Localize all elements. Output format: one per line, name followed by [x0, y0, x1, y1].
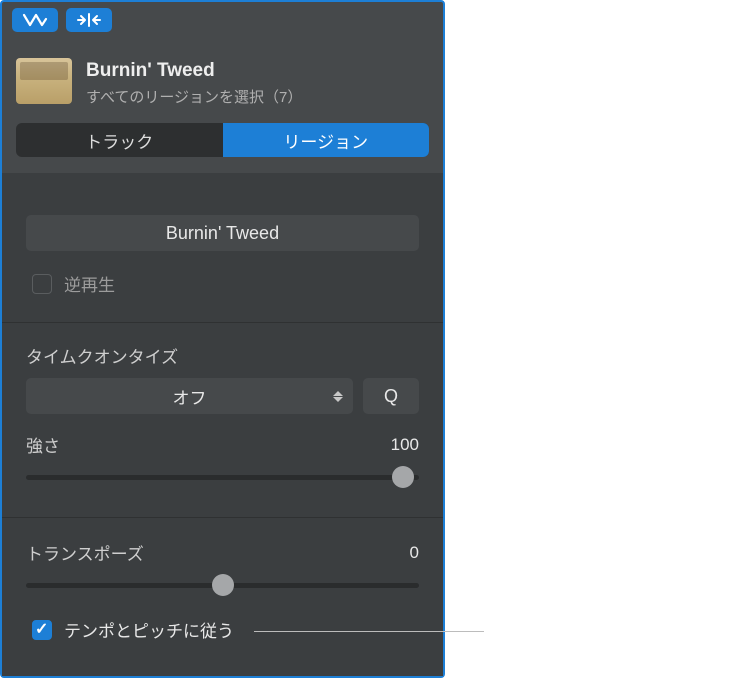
transpose-value: 0: [410, 543, 419, 563]
transpose-slider[interactable]: [26, 573, 419, 597]
link-mode-button[interactable]: [12, 8, 58, 32]
transpose-slider-thumb[interactable]: [212, 574, 234, 596]
strength-slider[interactable]: [26, 465, 419, 489]
strength-slider-thumb[interactable]: [392, 466, 414, 488]
tab-track[interactable]: トラック: [16, 123, 223, 157]
track-title: Burnin' Tweed: [86, 60, 302, 82]
link-icon: [22, 13, 48, 27]
region-content: Burnin' Tweed 逆再生 タイムクオンタイズ オフ Q 強さ: [2, 173, 443, 676]
follow-label: テンポとピッチに従う: [64, 617, 234, 642]
quantize-button[interactable]: Q: [363, 378, 419, 414]
strength-value: 100: [391, 435, 419, 455]
quantize-value: オフ: [173, 384, 207, 409]
inspector-panel: Burnin' Tweed すべてのリージョンを選択（7） トラック リージョン…: [0, 0, 445, 678]
follow-row: テンポとピッチに従う: [26, 611, 419, 648]
region-name-field[interactable]: Burnin' Tweed: [26, 215, 419, 251]
reverse-label: 逆再生: [64, 271, 115, 296]
selection-subtitle: すべてのリージョンを選択（7）: [86, 86, 302, 107]
transpose-label: トランスポーズ: [26, 540, 144, 565]
quantize-title: タイムクオンタイズ: [26, 343, 419, 368]
section-quantize: タイムクオンタイズ オフ Q 強さ 100: [2, 323, 443, 518]
track-header: Burnin' Tweed すべてのリージョンを選択（7）: [2, 36, 443, 117]
tab-region[interactable]: リージョン: [223, 123, 430, 157]
select-arrows-icon: [333, 391, 343, 402]
strength-label: 強さ: [26, 432, 60, 457]
tab-row: トラック リージョン: [2, 117, 443, 173]
quantize-select[interactable]: オフ: [26, 378, 353, 414]
reverse-checkbox[interactable]: [32, 274, 52, 294]
reverse-row: 逆再生: [26, 265, 419, 302]
top-toolbar: [2, 2, 443, 36]
section-name: Burnin' Tweed 逆再生: [2, 173, 443, 323]
catch-playhead-button[interactable]: [66, 8, 112, 32]
follow-checkbox[interactable]: [32, 620, 52, 640]
track-thumbnail[interactable]: [16, 58, 72, 104]
callout-line: [254, 631, 484, 632]
tab-segment: トラック リージョン: [16, 123, 429, 157]
converge-icon: [75, 13, 103, 27]
section-transpose: トランスポーズ 0 テンポとピッチに従う: [2, 518, 443, 658]
